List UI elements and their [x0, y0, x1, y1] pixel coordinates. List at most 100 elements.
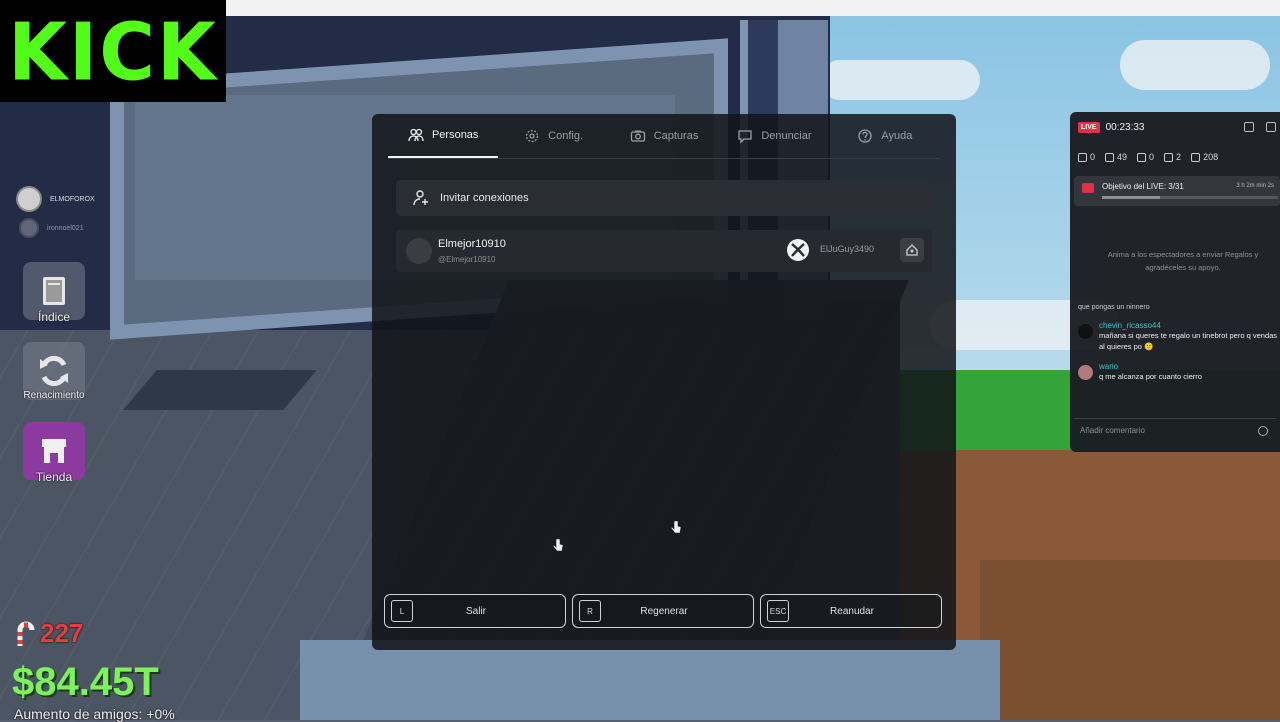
player-name: ironnoel021 [47, 224, 84, 232]
player-name: ELMOFOROX [50, 195, 95, 203]
tab-label: Config. [548, 130, 584, 142]
respawn-label: Regenerar [640, 605, 688, 617]
book-icon [43, 277, 65, 305]
hand-cursor-icon [670, 520, 682, 534]
live-goal[interactable]: Objetivo del LIVE: 3/31 3 h 2m min 2s [1074, 176, 1280, 206]
shop-button[interactable]: Tienda [22, 422, 86, 484]
goal-progress-bar [1102, 196, 1278, 199]
tab-config[interactable]: Config. [498, 114, 608, 158]
resume-button[interactable]: ESC Reanudar [760, 594, 942, 628]
lock-icon[interactable] [1244, 122, 1254, 132]
roblox-menu: Personas Config. Capturas Denunciar Ayud… [372, 114, 956, 650]
invite-connections-button[interactable]: Invitar conexiones [396, 180, 932, 216]
kick-logo: KICK [0, 0, 226, 102]
stat-value: 49 [1117, 152, 1128, 162]
chat-message-cut: que pongas un ninnero [1078, 304, 1150, 311]
comment-input[interactable]: Añadir comentario [1074, 418, 1276, 442]
goal-time: 3 h 2m min 2s [1236, 183, 1274, 189]
browser-strip [225, 0, 1280, 16]
chat-message: chevin_ricasso44 mañana si queres te rega… [1078, 321, 1278, 352]
leave-label: Salir [465, 605, 486, 617]
tab-label: Capturas [653, 130, 699, 142]
live-stream-widget: LIVE 00:23:33 0 49 0 2 208 Objetivo del … [1070, 112, 1280, 452]
key-hint: ESC [767, 600, 789, 622]
tab-capturas[interactable]: Capturas [609, 114, 719, 158]
stat-value: 0 [1149, 152, 1155, 162]
report-icon [738, 130, 752, 144]
avatar [406, 238, 432, 264]
stream-stats: 0 49 0 2 208 [1078, 152, 1218, 162]
goal-icon [1082, 183, 1094, 193]
player-entry[interactable]: ironnoel021 [16, 218, 84, 238]
goal-progress-fill [1102, 196, 1161, 199]
help-icon [858, 129, 872, 143]
chat-text: mañana si queres te regalo un tinebrot p… [1099, 331, 1278, 351]
stream-uptime: 00:23:33 [1105, 122, 1145, 133]
expand-icon[interactable] [1266, 122, 1276, 132]
add-person-icon [413, 190, 428, 206]
chat-username[interactable]: chevin_ricasso44 [1099, 321, 1278, 330]
tab-ayuda[interactable]: Ayuda [830, 114, 940, 158]
rebirth-label: Renacimiento [23, 390, 85, 401]
resume-label: Reanudar [830, 605, 874, 617]
index-button[interactable]: Índice [22, 262, 86, 324]
leave-button[interactable]: L Salir [384, 594, 566, 628]
chat-username[interactable]: wario [1099, 362, 1202, 371]
stat-item: 0 [1137, 152, 1154, 162]
stream-header-icons [1244, 122, 1276, 132]
goal-title: Objetivo del LIVE: 3/31 [1102, 182, 1184, 191]
options-icon [906, 244, 918, 256]
friend-display-name: Elmejor10910 [438, 238, 506, 250]
gift-icon [1137, 152, 1147, 162]
shop-label: Tienda [35, 470, 73, 484]
chat-text: q me alcanza por cuanto cierro [1099, 372, 1202, 381]
refresh-icon [40, 355, 68, 387]
menu-tabs: Personas Config. Capturas Denunciar Ayud… [388, 114, 940, 159]
tab-label: Denunciar [761, 130, 812, 142]
eye-icon [1105, 152, 1115, 162]
stat-item: 0 [1078, 152, 1095, 162]
friend-gamertag: ElJuGuy3490 [820, 244, 875, 254]
comment-placeholder: Añadir comentario [1080, 426, 1145, 435]
tab-label: Personas [431, 129, 479, 141]
tab-denunciar[interactable]: Denunciar [719, 114, 829, 158]
chat-list: que pongas un ninnero chevin_ricasso44 ma… [1078, 304, 1278, 392]
friend-options-button[interactable] [900, 238, 924, 262]
candy-cane-icon [17, 621, 35, 646]
money-value: $84.45T [12, 660, 159, 704]
friend-username: @Elmejor10910 [438, 255, 496, 264]
path [300, 640, 1000, 720]
stat-value: 208 [1203, 152, 1219, 162]
avatar [1078, 324, 1093, 339]
camera-icon [630, 130, 645, 142]
floor-hole [123, 370, 317, 410]
viewer-icon [1078, 152, 1087, 162]
hand-cursor-icon [552, 538, 564, 552]
avatar [1078, 365, 1093, 380]
rebirth-button[interactable]: Renacimiento [22, 342, 86, 401]
follower-icon [1164, 152, 1174, 162]
xbox-icon [787, 239, 809, 261]
live-badge: LIVE [1078, 122, 1100, 133]
shop-icon [42, 439, 66, 463]
friend-row[interactable]: Elmejor10910 @Elmejor10910 ElJuGuy3490 [396, 230, 932, 272]
candy-value: 227 [40, 618, 84, 648]
player-entry[interactable]: ELMOFOROX [16, 186, 95, 212]
heart-icon [1191, 152, 1201, 162]
candy-counter: 227 [14, 618, 83, 649]
emoji-icon[interactable] [1258, 425, 1268, 436]
chat-message: wario q me alcanza por cuanto cierro [1078, 362, 1278, 382]
cloud [820, 60, 980, 100]
index-label: Índice [37, 310, 71, 324]
tab-personas[interactable]: Personas [388, 114, 499, 158]
stat-item: 2 [1164, 152, 1181, 162]
cloud [1120, 40, 1270, 90]
gear-icon [526, 129, 539, 143]
stat-value: 2 [1176, 152, 1182, 162]
respawn-button[interactable]: R Regenerar [572, 594, 754, 628]
key-hint: R [579, 600, 601, 622]
stat-item: 49 [1105, 152, 1127, 162]
key-hint: L [391, 600, 413, 622]
invite-label: Invitar conexiones [440, 192, 529, 204]
dirt [980, 560, 1280, 720]
